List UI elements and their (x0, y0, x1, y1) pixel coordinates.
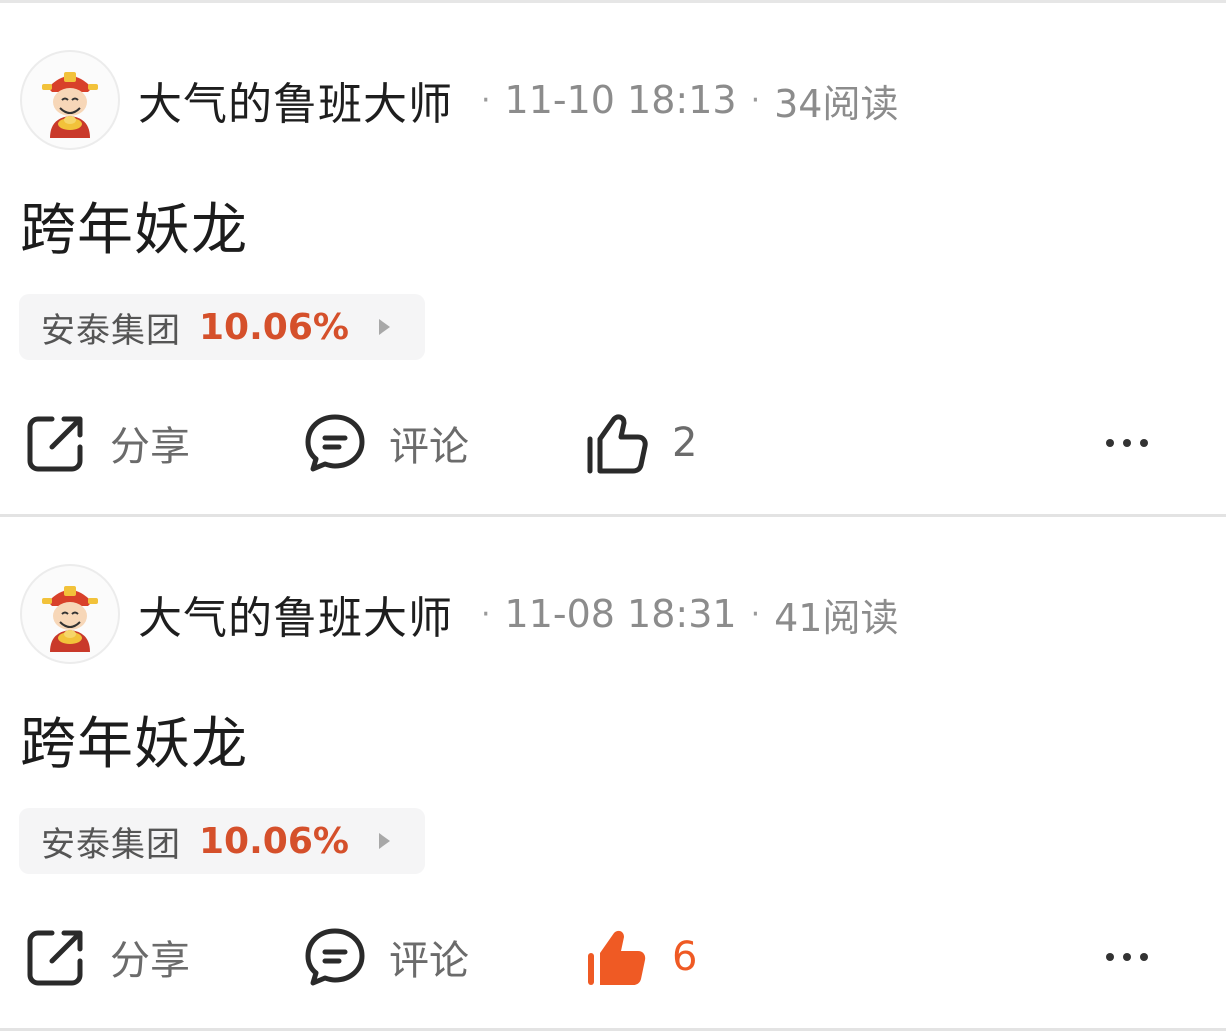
action-bar: 分享 评论 2 (0, 403, 1226, 483)
action-bar: 分享 评论 6 (0, 917, 1226, 997)
comment-label: 评论 (389, 424, 469, 470)
caishen-avatar-icon (42, 72, 98, 138)
chevron-right-icon (378, 833, 390, 849)
comment-icon (305, 414, 365, 472)
thumb-up-icon (588, 930, 646, 985)
comment-button[interactable]: 评论 (303, 917, 469, 997)
post-title[interactable]: 跨年妖龙 (20, 699, 248, 780)
share-icon (27, 416, 83, 472)
post-meta: · 11-10 18:13 · 34阅读 (467, 73, 898, 128)
post-title[interactable]: 跨年妖龙 (20, 185, 248, 266)
stock-name: 安泰集团 (41, 310, 181, 351)
stock-change: 10.06% (199, 306, 349, 348)
author-name[interactable]: 大气的鲁班大师 (138, 582, 453, 646)
meta-separator: · (481, 82, 491, 118)
read-count: 41阅读 (774, 595, 899, 640)
like-button[interactable]: 2 (584, 403, 697, 483)
author-avatar[interactable] (20, 564, 120, 664)
stock-chip[interactable]: 安泰集团 10.06% (19, 294, 425, 360)
meta-separator: · (481, 596, 491, 632)
comment-label: 评论 (389, 938, 469, 984)
author-name[interactable]: 大气的鲁班大师 (138, 68, 453, 132)
like-count: 6 (672, 934, 698, 980)
comment-button[interactable]: 评论 (303, 403, 469, 483)
post-meta: · 11-08 18:31 · 41阅读 (467, 587, 898, 642)
read-count: 34阅读 (774, 81, 899, 126)
stock-chip[interactable]: 安泰集团 10.06% (19, 808, 425, 874)
post-date: 11-08 18:31 (504, 592, 737, 636)
chevron-right-icon (378, 319, 390, 335)
post-card[interactable]: 大气的鲁班大师 · 11-10 18:13 · 34阅读 跨年妖龙 安泰集团 1… (0, 3, 1226, 517)
author-avatar[interactable] (20, 50, 120, 150)
post-card[interactable]: 大气的鲁班大师 · 11-08 18:31 · 41阅读 跨年妖龙 安泰集团 1… (0, 517, 1226, 1031)
comment-icon (305, 928, 365, 986)
post-date: 11-10 18:13 (504, 78, 737, 122)
share-button[interactable]: 分享 (24, 917, 190, 997)
more-dots-icon (1106, 953, 1148, 961)
more-button[interactable] (1106, 917, 1148, 997)
meta-separator: · (750, 82, 761, 118)
stock-change: 10.06% (199, 820, 349, 862)
post-header: 大气的鲁班大师 · 11-10 18:13 · 34阅读 (20, 47, 898, 153)
caishen-avatar-icon (42, 586, 98, 652)
stock-name: 安泰集团 (41, 824, 181, 865)
more-button[interactable] (1106, 403, 1148, 483)
share-label: 分享 (110, 424, 190, 470)
share-label: 分享 (110, 938, 190, 984)
share-button[interactable]: 分享 (24, 403, 190, 483)
post-divider (0, 1028, 1226, 1031)
meta-separator: · (750, 596, 761, 632)
post-header: 大气的鲁班大师 · 11-08 18:31 · 41阅读 (20, 561, 898, 667)
thumb-up-icon (587, 414, 648, 474)
like-count: 2 (672, 420, 698, 466)
like-button[interactable]: 6 (584, 917, 697, 997)
more-dots-icon (1106, 439, 1148, 447)
share-icon (27, 930, 83, 986)
